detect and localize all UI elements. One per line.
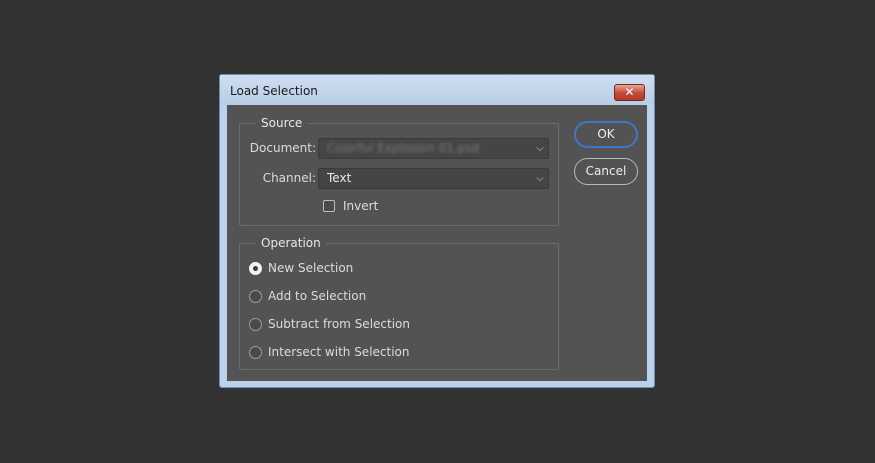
dialog-title: Load Selection — [230, 84, 318, 98]
source-group: Source Document: Colorful Explosion 01.p… — [239, 115, 559, 226]
close-button[interactable]: ✕ — [614, 84, 645, 101]
chevron-down-icon: ⌵ — [536, 143, 544, 154]
radio-label-subtract-from-selection[interactable]: Subtract from Selection — [268, 317, 410, 331]
channel-label: Channel: — [262, 171, 316, 185]
operation-group-label: Operation — [256, 235, 326, 251]
source-group-label: Source — [256, 115, 308, 131]
invert-label[interactable]: Invert — [343, 199, 378, 213]
radio-label-intersect-with-selection[interactable]: Intersect with Selection — [268, 345, 410, 359]
document-label: Document: — [249, 141, 316, 155]
cancel-button[interactable]: Cancel — [574, 158, 638, 185]
ok-button[interactable]: OK — [574, 121, 638, 148]
radio-label-add-to-selection[interactable]: Add to Selection — [268, 289, 366, 303]
invert-checkbox[interactable] — [323, 200, 335, 212]
document-select-value: Colorful Explosion 01.psd — [327, 141, 480, 155]
chevron-down-icon: ⌵ — [536, 173, 544, 184]
load-selection-dialog: Load Selection ✕ Source Document: Colorf… — [219, 74, 655, 388]
dialog-titlebar[interactable]: Load Selection ✕ — [220, 75, 654, 105]
document-select[interactable]: Colorful Explosion 01.psd ⌵ — [318, 138, 549, 159]
channel-select[interactable]: Text ⌵ — [318, 168, 549, 189]
radio-add-to-selection[interactable] — [249, 290, 262, 303]
radio-subtract-from-selection[interactable] — [249, 318, 262, 331]
close-icon: ✕ — [624, 85, 635, 99]
radio-new-selection[interactable] — [249, 262, 262, 275]
dialog-body: Source Document: Colorful Explosion 01.p… — [227, 105, 647, 381]
operation-group: Operation New Selection Add to Selection… — [239, 235, 559, 370]
radio-intersect-with-selection[interactable] — [249, 346, 262, 359]
radio-label-new-selection[interactable]: New Selection — [268, 261, 353, 275]
channel-select-value: Text — [327, 171, 352, 185]
